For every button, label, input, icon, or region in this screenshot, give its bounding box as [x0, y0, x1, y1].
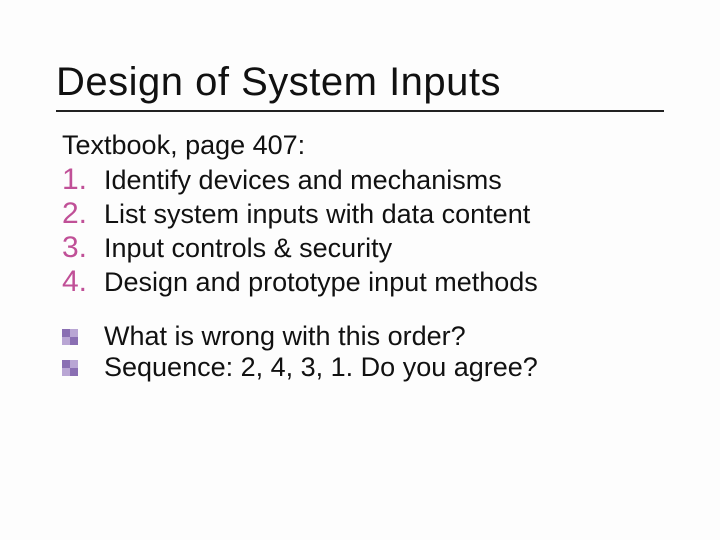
- list-item: 4. Design and prototype input methods: [62, 265, 664, 299]
- list-item: 3. Input controls & security: [62, 231, 664, 265]
- diamond-bullet-icon: [62, 360, 104, 376]
- list-number: 4.: [62, 265, 104, 299]
- diamond-bullet-icon: [62, 329, 104, 345]
- list-item: 1. Identify devices and mechanisms: [62, 163, 664, 197]
- bullet-item: Sequence: 2, 4, 3, 1. Do you agree?: [62, 352, 664, 383]
- bullet-list: What is wrong with this order? Sequence:…: [62, 321, 664, 383]
- intro-text: Textbook, page 407:: [62, 130, 664, 161]
- list-number: 3.: [62, 231, 104, 265]
- bullet-text: Sequence: 2, 4, 3, 1. Do you agree?: [104, 352, 538, 383]
- slide-title: Design of System Inputs: [56, 60, 664, 104]
- ordered-list: 1. Identify devices and mechanisms 2. Li…: [62, 163, 664, 299]
- list-text: Input controls & security: [104, 233, 392, 264]
- list-number: 2.: [62, 197, 104, 231]
- list-item: 2. List system inputs with data content: [62, 197, 664, 231]
- bullet-text: What is wrong with this order?: [104, 321, 466, 352]
- slide: Design of System Inputs Textbook, page 4…: [0, 0, 720, 540]
- title-underline: [56, 110, 664, 112]
- bullet-item: What is wrong with this order?: [62, 321, 664, 352]
- list-text: Design and prototype input methods: [104, 267, 538, 298]
- list-text: List system inputs with data content: [104, 199, 530, 230]
- list-number: 1.: [62, 163, 104, 197]
- list-text: Identify devices and mechanisms: [104, 165, 502, 196]
